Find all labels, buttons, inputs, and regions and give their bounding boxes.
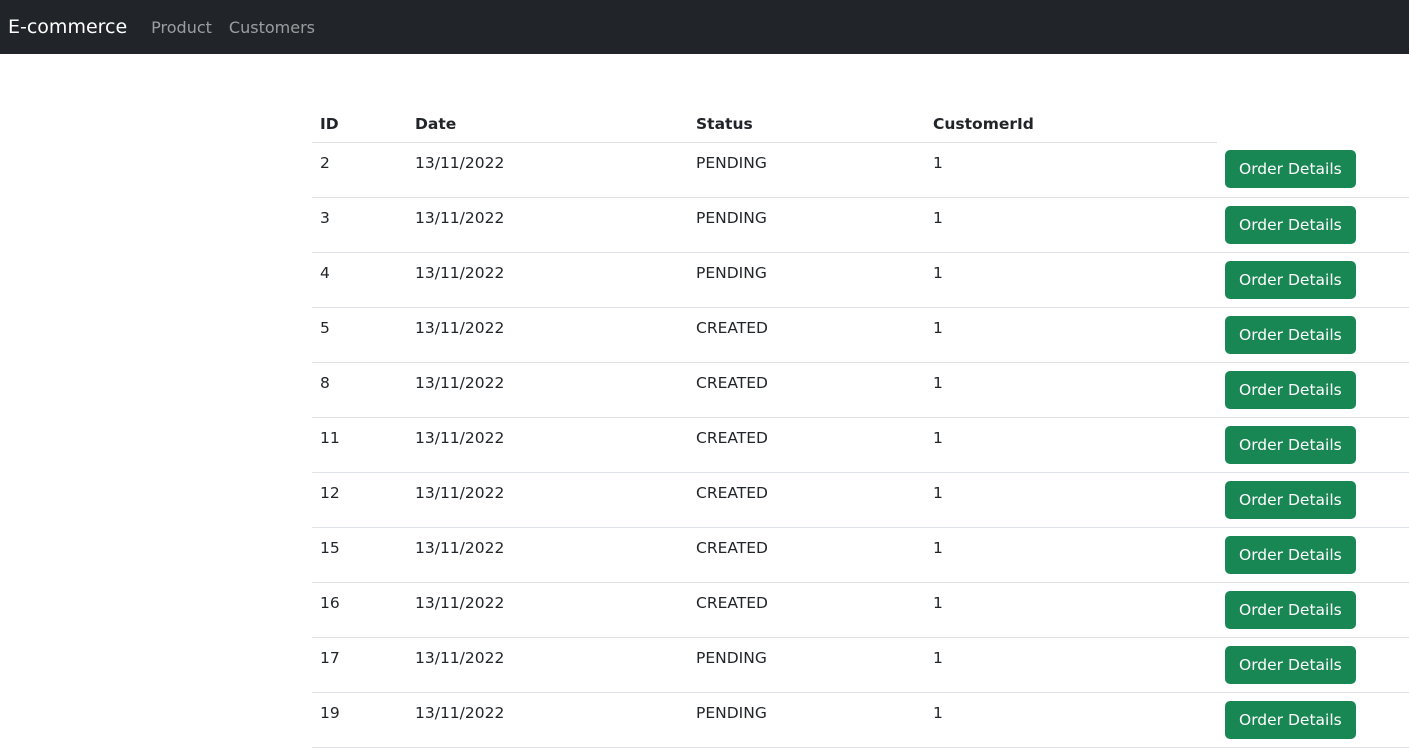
cell-customer-id: 1 — [925, 637, 1217, 693]
table-row: 15 13/11/2022 CREATED 1 Order Details — [312, 527, 1409, 583]
cell-actions: Order Details — [1217, 692, 1409, 748]
navbar-brand[interactable]: E-commerce — [8, 16, 127, 38]
cell-date: 13/11/2022 — [407, 252, 688, 308]
order-details-button[interactable]: Order Details — [1225, 590, 1356, 629]
order-details-button[interactable]: Order Details — [1225, 425, 1356, 464]
header-customer-id: CustomerId — [925, 106, 1217, 143]
order-details-button[interactable]: Order Details — [1225, 150, 1356, 188]
cell-id: 17 — [312, 637, 407, 693]
nav-link-product[interactable]: Product — [151, 18, 212, 37]
cell-id: 5 — [312, 307, 407, 363]
header-status: Status — [688, 106, 925, 143]
cell-status: CREATED — [688, 472, 925, 528]
cell-date: 13/11/2022 — [407, 472, 688, 528]
cell-customer-id: 1 — [925, 692, 1217, 748]
cell-actions: Order Details — [1217, 142, 1409, 198]
table-row: 19 13/11/2022 PENDING 1 Order Details — [312, 692, 1409, 748]
table-row: 11 13/11/2022 CREATED 1 Order Details — [312, 417, 1409, 473]
cell-status: CREATED — [688, 307, 925, 363]
cell-customer-id: 1 — [925, 307, 1217, 363]
cell-date: 13/11/2022 — [407, 637, 688, 693]
navbar: E-commerce Product Customers — [0, 0, 1409, 54]
cell-customer-id: 1 — [925, 362, 1217, 418]
cell-date: 13/11/2022 — [407, 417, 688, 473]
cell-status: CREATED — [688, 362, 925, 418]
cell-status: CREATED — [688, 582, 925, 638]
cell-date: 13/11/2022 — [407, 362, 688, 418]
header-id: ID — [312, 106, 407, 143]
cell-customer-id: 1 — [925, 527, 1217, 583]
cell-id: 2 — [312, 142, 407, 198]
cell-actions: Order Details — [1217, 417, 1409, 473]
cell-customer-id: 1 — [925, 252, 1217, 308]
table-row: 2 13/11/2022 PENDING 1 Order Details — [312, 142, 1409, 198]
table-row: 17 13/11/2022 PENDING 1 Order Details — [312, 637, 1409, 693]
cell-status: CREATED — [688, 527, 925, 583]
cell-status: CREATED — [688, 417, 925, 473]
cell-actions: Order Details — [1217, 362, 1409, 418]
cell-status: PENDING — [688, 252, 925, 308]
order-details-button[interactable]: Order Details — [1225, 260, 1356, 299]
cell-id: 11 — [312, 417, 407, 473]
cell-customer-id: 1 — [925, 472, 1217, 528]
cell-id: 19 — [312, 692, 407, 748]
cell-actions: Order Details — [1217, 582, 1409, 638]
cell-actions: Order Details — [1217, 252, 1409, 308]
cell-id: 16 — [312, 582, 407, 638]
table-row: 16 13/11/2022 CREATED 1 Order Details — [312, 582, 1409, 638]
order-details-button[interactable]: Order Details — [1225, 535, 1356, 574]
order-details-button[interactable]: Order Details — [1225, 315, 1356, 354]
cell-customer-id: 1 — [925, 142, 1217, 198]
cell-date: 13/11/2022 — [407, 307, 688, 363]
cell-status: PENDING — [688, 197, 925, 253]
table-row: 8 13/11/2022 CREATED 1 Order Details — [312, 362, 1409, 418]
cell-id: 4 — [312, 252, 407, 308]
cell-id: 3 — [312, 197, 407, 253]
order-details-button[interactable]: Order Details — [1225, 205, 1356, 244]
cell-date: 13/11/2022 — [407, 582, 688, 638]
cell-customer-id: 1 — [925, 582, 1217, 638]
order-details-button[interactable]: Order Details — [1225, 700, 1356, 739]
cell-status: PENDING — [688, 142, 925, 198]
cell-date: 13/11/2022 — [407, 197, 688, 253]
cell-date: 13/11/2022 — [407, 142, 688, 198]
cell-actions: Order Details — [1217, 527, 1409, 583]
order-details-button[interactable]: Order Details — [1225, 480, 1356, 519]
table-row: 3 13/11/2022 PENDING 1 Order Details — [312, 197, 1409, 253]
nav-link-customers[interactable]: Customers — [229, 18, 315, 37]
cell-actions: Order Details — [1217, 637, 1409, 693]
orders-table-container: ID Date Status CustomerId 2 13/11/2022 PEN… — [312, 106, 1409, 748]
header-actions — [1217, 106, 1409, 142]
order-details-button[interactable]: Order Details — [1225, 645, 1356, 684]
orders-table: ID Date Status CustomerId 2 13/11/2022 PEN… — [312, 106, 1409, 748]
cell-id: 12 — [312, 472, 407, 528]
cell-actions: Order Details — [1217, 197, 1409, 253]
cell-actions: Order Details — [1217, 307, 1409, 363]
cell-id: 8 — [312, 362, 407, 418]
cell-date: 13/11/2022 — [407, 692, 688, 748]
header-date: Date — [407, 106, 688, 143]
table-header-row: ID Date Status CustomerId — [312, 106, 1409, 143]
cell-actions: Order Details — [1217, 472, 1409, 528]
cell-date: 13/11/2022 — [407, 527, 688, 583]
table-row: 5 13/11/2022 CREATED 1 Order Details — [312, 307, 1409, 363]
order-details-button[interactable]: Order Details — [1225, 370, 1356, 409]
table-row: 12 13/11/2022 CREATED 1 Order Details — [312, 472, 1409, 528]
cell-id: 15 — [312, 527, 407, 583]
table-row: 4 13/11/2022 PENDING 1 Order Details — [312, 252, 1409, 308]
cell-customer-id: 1 — [925, 197, 1217, 253]
cell-status: PENDING — [688, 692, 925, 748]
cell-status: PENDING — [688, 637, 925, 693]
cell-customer-id: 1 — [925, 417, 1217, 473]
